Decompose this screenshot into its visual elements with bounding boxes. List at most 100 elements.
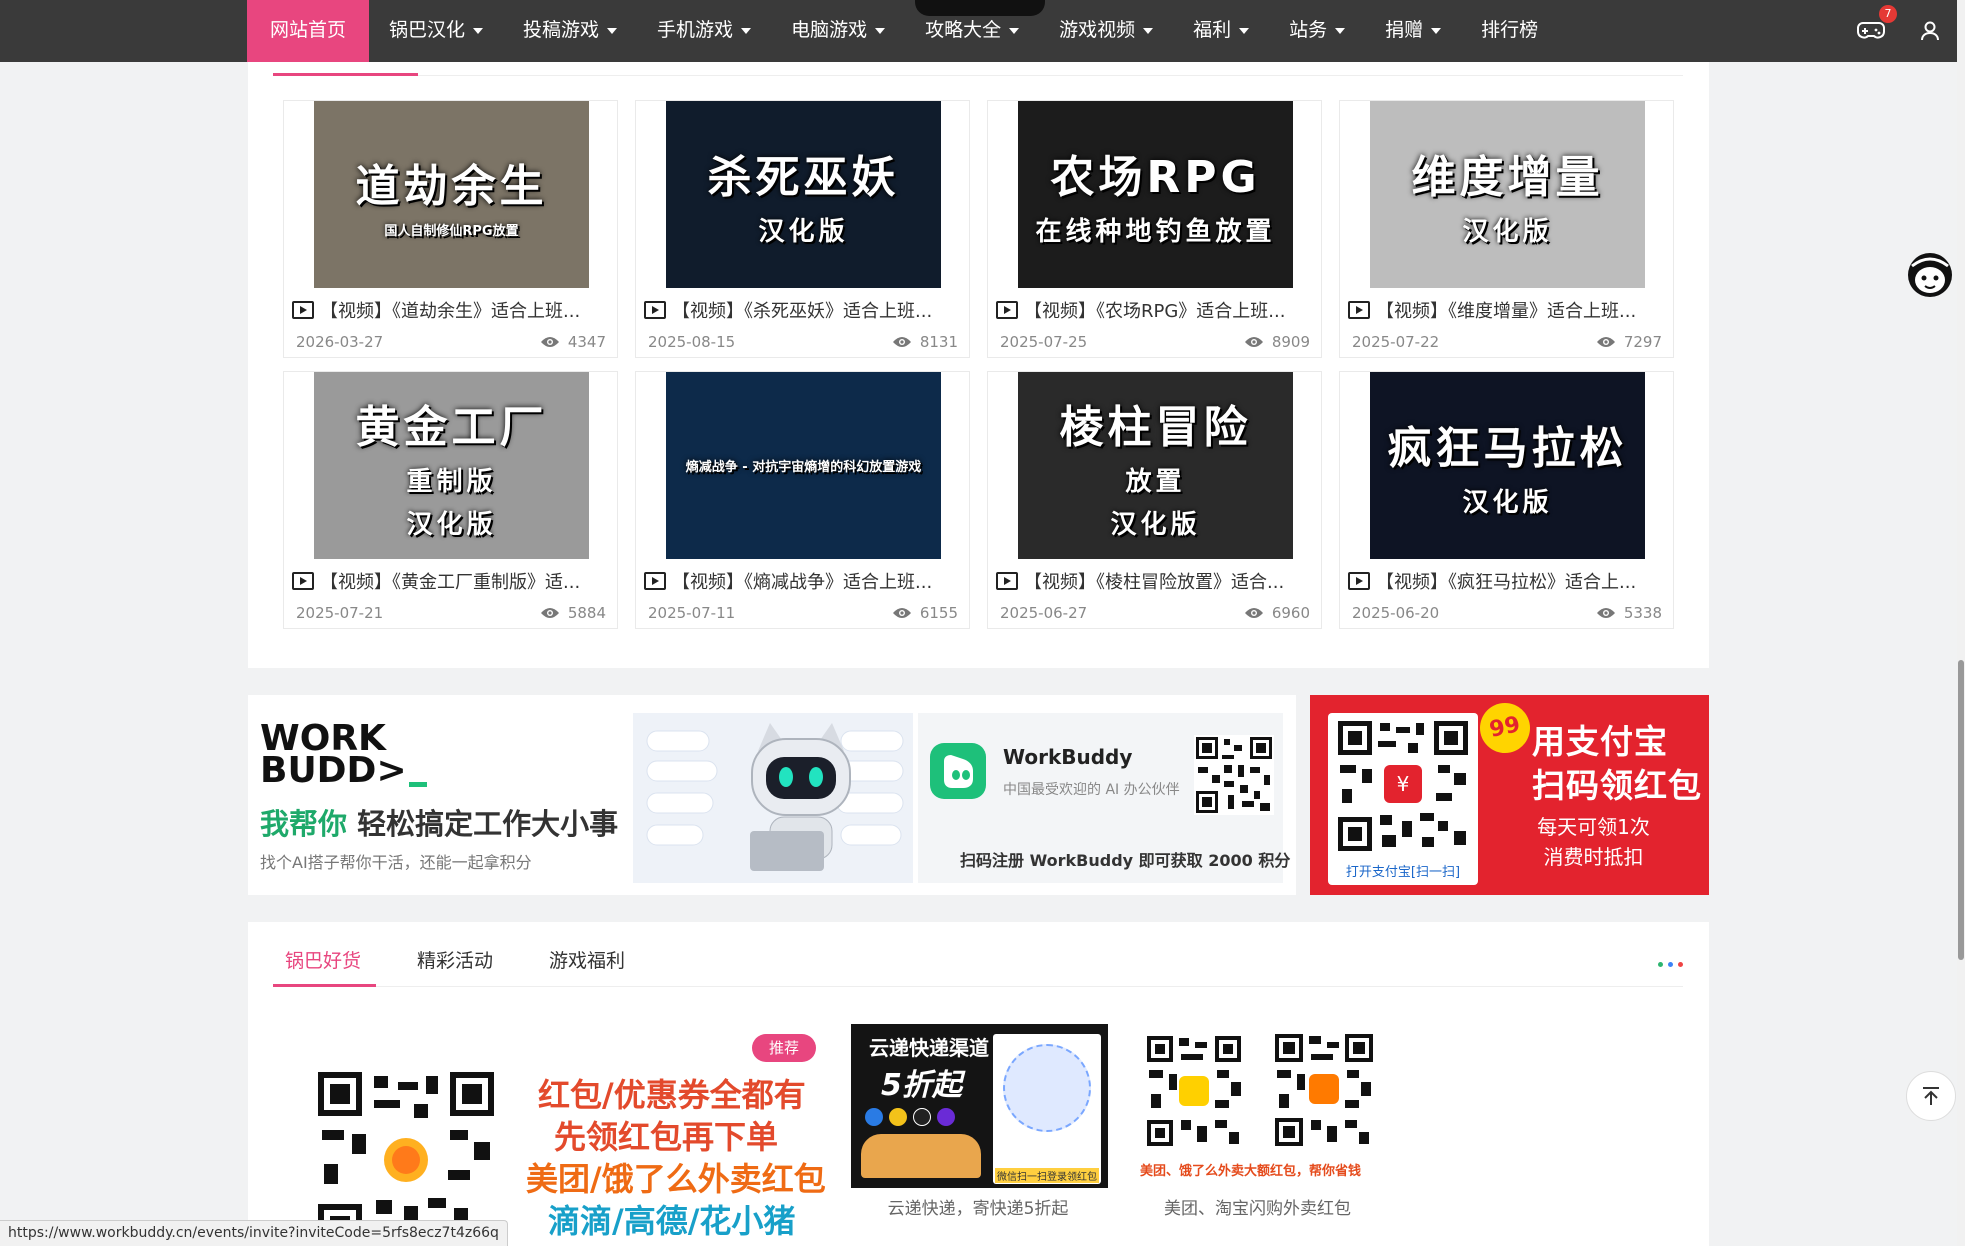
taobao-qr-code[interactable] — [1273, 1032, 1375, 1148]
section-divider — [273, 75, 1683, 76]
video-title-link[interactable]: 【视频】《道劫余生》适合上班... — [292, 297, 612, 323]
main-menu: 网站首页 锅巴汉化 投稿游戏 手机游戏 电脑游戏 攻略大全 游戏视频 福利 站务 捐赠 排行榜 — [247, 0, 1558, 62]
nav-item-1[interactable]: 锅巴汉化 — [369, 0, 503, 62]
alipay-desc-line1: 每天可领1次 — [1537, 815, 1650, 839]
thumbnail-caption: 棱柱冒险 — [1059, 401, 1252, 453]
video-thumbnail[interactable]: 黄金工厂 重制版 汉化版 — [314, 372, 589, 559]
video-thumbnail[interactable]: 农场RPG 在线种地钓鱼放置 — [1018, 101, 1293, 288]
video-meta: 2025-07-22 7297 — [1352, 333, 1662, 351]
eye-icon — [892, 608, 911, 618]
express-discount: 5折起 — [881, 1068, 962, 1103]
video-title-link[interactable]: 【视频】《棱柱冒险放置》适合... — [996, 568, 1316, 594]
workbuddy-subtitle: 找个AI搭子帮你干活，还能一起拿积分 — [260, 853, 532, 872]
nav-item-label: 捐赠 — [1385, 19, 1424, 41]
video-play-icon — [1348, 301, 1370, 319]
video-card[interactable]: 杀死巫妖 汉化版 【视频】《杀死巫妖》适合上班... 2025-08-15 8131 — [635, 100, 970, 358]
video-views: 4347 — [540, 333, 606, 351]
alipay-ad-banner[interactable]: ¥ 打开支付宝[扫一扫] 99 用支付宝 扫码领红包 每天可领1次 消费时抵扣 — [1310, 695, 1709, 895]
workbuddy-slogan: 中国最受欢迎的 AI 办公伙伴 — [1003, 782, 1180, 798]
video-title-link[interactable]: 【视频】《熵减战争》适合上班... — [644, 568, 964, 594]
video-thumbnail[interactable]: 道劫余生 国人自制修仙RPG放置 — [314, 101, 589, 288]
video-play-icon — [644, 572, 666, 590]
video-title-link[interactable]: 【视频】《黄金工厂重制版》适... — [292, 568, 612, 594]
nav-item-3[interactable]: 手机游戏 — [637, 0, 771, 62]
nav-item-5[interactable]: 攻略大全 — [905, 0, 1039, 62]
goods-tab-0[interactable]: 锅巴好货 — [285, 946, 361, 973]
goods-tab-1[interactable]: 精彩活动 — [417, 946, 493, 973]
nav-item-label: 游戏视频 — [1059, 19, 1136, 41]
gamepad-button[interactable]: 7 — [1855, 5, 1897, 47]
scrollbar-thumb[interactable] — [1958, 660, 1964, 960]
video-meta: 2025-07-21 5884 — [296, 604, 606, 622]
express-qr-phone: 微信扫一扫登录领红包 — [993, 1034, 1101, 1184]
meituan-qr-code[interactable] — [1145, 1034, 1243, 1148]
video-meta: 2025-06-27 6960 — [1000, 604, 1310, 622]
video-title-text: 【视频】《棱柱冒险放置》适合... — [1024, 572, 1285, 593]
video-meta: 2025-06-20 5338 — [1352, 604, 1662, 622]
nav-item-6[interactable]: 游戏视频 — [1039, 0, 1173, 62]
video-card[interactable]: 疯狂马拉松 汉化版【视频】《疯狂马拉松》适合上... 2025-06-20 5338 — [1339, 371, 1674, 629]
video-title-link[interactable]: 【视频】《疯狂马拉松》适合上... — [1348, 568, 1668, 594]
eye-icon — [1596, 337, 1615, 347]
express-caption[interactable]: 云递快递，寄快递5折起 — [828, 1194, 1128, 1219]
nav-item-label: 福利 — [1193, 19, 1232, 41]
video-title-text: 【视频】《熵减战争》适合上班... — [672, 572, 933, 593]
nav-item-7[interactable]: 福利 — [1173, 0, 1269, 62]
express-parcel-image — [861, 1134, 981, 1178]
video-card[interactable]: 维度增量 汉化版【视频】《维度增量》适合上班... 2025-07-22 7297 — [1339, 100, 1674, 358]
view-count: 6960 — [1271, 604, 1310, 622]
coupon-line-3: 美团/饿了么外卖红包 — [526, 1160, 826, 1198]
video-title-link[interactable]: 【视频】《维度增量》适合上班... — [1348, 297, 1668, 323]
video-date: 2025-07-25 — [1000, 333, 1088, 351]
nav-item-8[interactable]: 站务 — [1269, 0, 1365, 62]
waimai-red-text: 美团、饿了么外卖大额红包，帮你省钱 — [1140, 1164, 1362, 1179]
back-to-top-button[interactable] — [1906, 1071, 1956, 1121]
video-thumbnail[interactable]: 棱柱冒险 放置 汉化版 — [1018, 372, 1293, 559]
video-date: 2026-03-27 — [296, 333, 384, 351]
video-card[interactable]: 道劫余生 国人自制修仙RPG放置【视频】《道劫余生》适合上班... 2026-03-… — [283, 100, 618, 358]
video-play-icon — [1348, 572, 1370, 590]
mascot-icon[interactable] — [1906, 250, 1954, 300]
waimai-caption[interactable]: 美团、淘宝闪购外卖红包 — [1164, 1194, 1351, 1219]
video-title-link[interactable]: 【视频】《杀死巫妖》适合上班... — [644, 297, 964, 323]
video-card[interactable]: 黄金工厂 重制版 汉化版 【视频】《黄金工厂重制版》适... 2025-07-21 588… — [283, 371, 618, 629]
eye-icon — [892, 337, 911, 347]
workbuddy-footer: 扫码注册 WorkBuddy 即可获取 2000 积分 — [960, 851, 1291, 870]
thumbnail-caption: 重制版 — [406, 466, 497, 497]
workbuddy-headline: 我帮你 轻松搞定工作大小事 — [260, 807, 619, 841]
video-date: 2025-06-27 — [1000, 604, 1088, 622]
video-card[interactable]: 熵减战争 - 对抗宇宙熵增的科幻放置游戏 【视频】《熵减战争》适合上班... 202… — [635, 371, 970, 629]
page-scrollbar[interactable] — [1957, 0, 1965, 1246]
video-card[interactable]: 农场RPG 在线种地钓鱼放置【视频】《农场RPG》适合上班... 2025-07-2… — [987, 100, 1322, 358]
tabs-divider — [273, 986, 1683, 987]
thumbnail-caption: 汉化版 — [758, 217, 849, 247]
express-promo-card[interactable]: 云递快递渠道 5折起 微信扫一扫登录领红包 — [851, 1024, 1108, 1188]
nav-item-4[interactable]: 电脑游戏 — [771, 0, 905, 62]
thumbnail-caption: 在线种地钓鱼放置 — [1035, 217, 1276, 247]
video-play-icon — [996, 301, 1018, 319]
more-dots-icon[interactable] — [1658, 962, 1683, 967]
nav-item-label: 手机游戏 — [657, 19, 734, 41]
video-title-link[interactable]: 【视频】《农场RPG》适合上班... — [996, 297, 1316, 323]
coupon-line-1: 红包/优惠券全都有 — [538, 1076, 806, 1114]
video-title-text: 【视频】《杀死巫妖》适合上班... — [672, 301, 933, 322]
workbuddy-ad-banner[interactable]: WORK BUDD> 我帮你 轻松搞定工作大小事 找个AI搭子帮你干活，还能一起拿… — [248, 695, 1296, 895]
goods-section: 锅巴好货 精彩活动 游戏福利 推荐 红包/优惠券全都有 先领红包再下单 美团/饿了么… — [248, 922, 1709, 1246]
video-thumbnail[interactable]: 杀死巫妖 汉化版 — [666, 101, 941, 288]
goods-tab-2[interactable]: 游戏福利 — [549, 946, 625, 973]
nav-item-10[interactable]: 排行榜 — [1461, 0, 1558, 62]
nav-item-2[interactable]: 投稿游戏 — [503, 0, 637, 62]
thumbnail-caption: 汉化版 — [1462, 217, 1553, 247]
nav-item-0[interactable]: 网站首页 — [247, 0, 370, 62]
video-thumbnail[interactable]: 疯狂马拉松 汉化版 — [1370, 372, 1645, 559]
thumbnail-caption: 国人自制修仙RPG放置 — [384, 224, 519, 239]
video-play-icon — [292, 572, 314, 590]
chevron-down-icon — [607, 27, 618, 34]
nav-item-9[interactable]: 捐赠 — [1365, 0, 1461, 62]
video-thumbnail[interactable]: 熵减战争 - 对抗宇宙熵增的科幻放置游戏 — [666, 372, 941, 559]
user-button[interactable] — [1915, 16, 1945, 46]
thumbnail-caption: 黄金工厂 — [355, 401, 548, 453]
video-thumbnail[interactable]: 维度增量 汉化版 — [1370, 101, 1645, 288]
video-card[interactable]: 棱柱冒险 放置 汉化版【视频】《棱柱冒险放置》适合... 2025-06-27 6960 — [987, 371, 1322, 629]
eye-icon — [540, 337, 559, 347]
